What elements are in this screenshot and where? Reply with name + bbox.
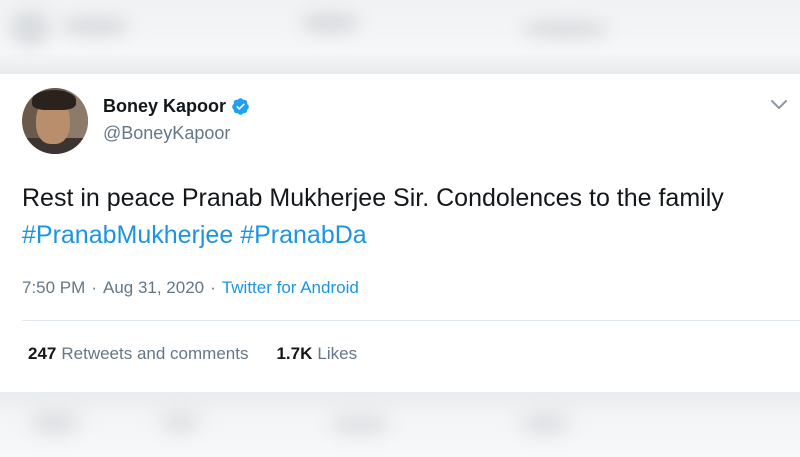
tweet-time[interactable]: 7:50 PM (22, 278, 85, 298)
blurred-footer-area (0, 392, 800, 457)
divider (22, 320, 800, 321)
likes-stat[interactable]: 1.7K Likes (276, 344, 357, 364)
tweet-card: Boney Kapoor @BoneyKapoor Rest in peace … (0, 74, 800, 392)
tweet-text-body: Rest in peace Pranab Mukherjee Sir. Cond… (22, 184, 724, 212)
retweets-stat[interactable]: 247 Retweets and comments (28, 344, 248, 364)
blurred-header-area (0, 0, 800, 74)
author-name-row: Boney Kapoor (103, 96, 250, 117)
verified-badge-icon (231, 97, 250, 116)
tweet-date[interactable]: Aug 31, 2020 (103, 278, 204, 298)
meta-separator: · (91, 278, 97, 297)
meta-separator: · (210, 278, 216, 297)
chevron-down-icon[interactable] (770, 98, 788, 110)
tweet-source-link[interactable]: Twitter for Android (222, 278, 359, 298)
tweet-text: Rest in peace Pranab Mukherjee Sir. Cond… (22, 180, 792, 254)
likes-label: Likes (317, 344, 358, 363)
author-display-name[interactable]: Boney Kapoor (103, 96, 226, 117)
hashtag-pranab-da[interactable]: #PranabDa (240, 221, 366, 249)
hashtag-pranab-mukherjee[interactable]: #PranabMukherjee (22, 221, 233, 249)
screenshot: Boney Kapoor @BoneyKapoor Rest in peace … (0, 0, 800, 457)
tweet-meta: 7:50 PM · Aug 31, 2020 · Twitter for And… (22, 278, 359, 298)
avatar[interactable] (22, 88, 88, 154)
tweet-stats: 247 Retweets and comments 1.7K Likes (28, 344, 357, 364)
likes-count: 1.7K (276, 344, 313, 363)
author-handle[interactable]: @BoneyKapoor (103, 123, 230, 144)
retweets-count: 247 (28, 344, 57, 363)
retweets-label: Retweets and comments (61, 344, 249, 363)
